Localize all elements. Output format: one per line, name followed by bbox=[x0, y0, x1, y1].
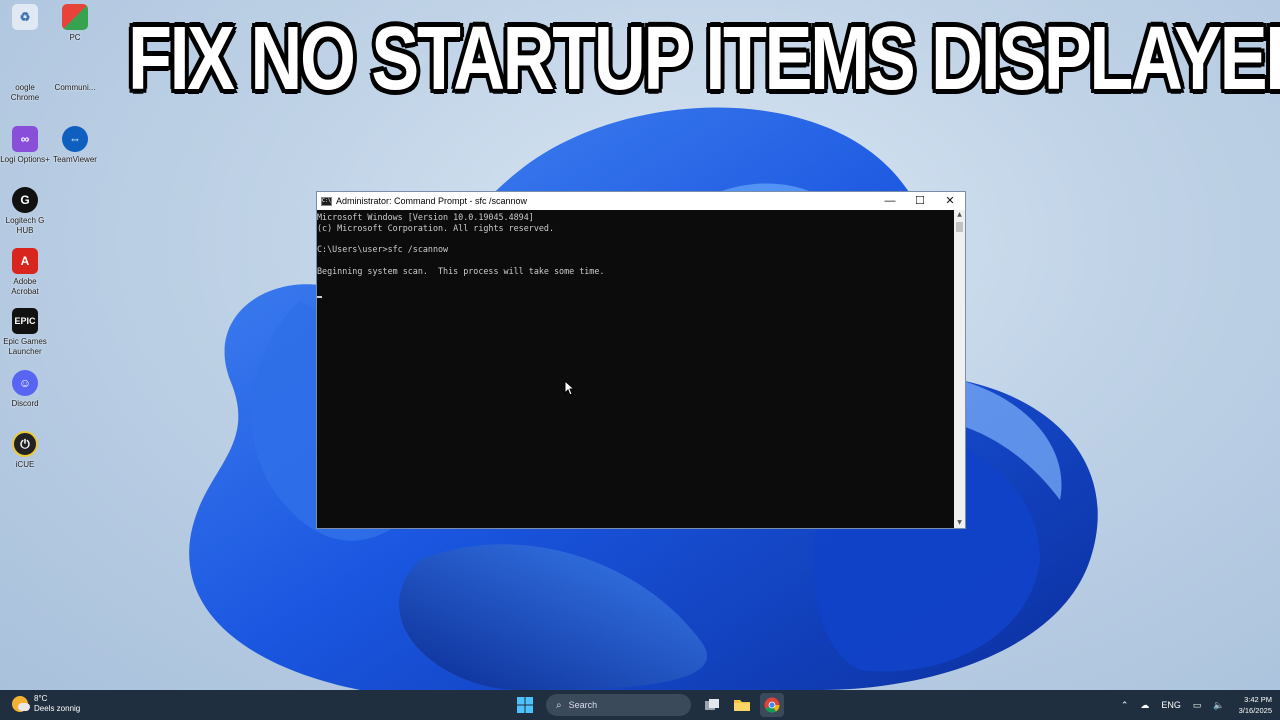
console-line: ​ bbox=[317, 234, 954, 245]
scroll-up-icon[interactable]: ▲ bbox=[954, 210, 965, 220]
chevron-up-icon[interactable]: ⌃ bbox=[1121, 700, 1129, 711]
cmd-icon: C:\ bbox=[321, 196, 332, 206]
desktop-icon-adobe-acrobat[interactable]: A Adobe Acrobat bbox=[0, 248, 50, 297]
desktop-icon-community[interactable]: Communi... bbox=[50, 62, 100, 93]
discord-icon: ☺ bbox=[12, 370, 38, 396]
chrome-icon bbox=[764, 697, 780, 713]
maximize-button[interactable]: ☐ bbox=[905, 192, 935, 210]
desktop-icon-recycle-bin[interactable]: ♻ bbox=[0, 4, 50, 33]
network-icon[interactable]: ▭ bbox=[1193, 700, 1202, 711]
file-explorer-button[interactable] bbox=[730, 693, 754, 717]
window-titlebar[interactable]: C:\ Administrator: Command Prompt - sfc … bbox=[317, 192, 965, 210]
scroll-thumb[interactable] bbox=[956, 222, 963, 232]
console-line: Microsoft Windows [Version 10.0.19045.48… bbox=[317, 212, 534, 222]
minimize-button[interactable]: — bbox=[875, 192, 905, 210]
scroll-down-icon[interactable]: ▼ bbox=[954, 518, 965, 528]
console-line: Beginning system scan. This process will… bbox=[317, 265, 605, 276]
system-tray: ⌃ ☁ ENG ▭ 🔈 3:42 PM 3/16/2025 bbox=[1115, 693, 1272, 717]
close-button[interactable]: ✕ bbox=[935, 192, 965, 210]
desktop-icon-teamviewer[interactable]: ⇔ TeamViewer bbox=[50, 126, 100, 165]
community-app-icon bbox=[62, 62, 88, 80]
console-cursor-line bbox=[317, 288, 954, 299]
logi-options-icon: ∞ bbox=[12, 126, 38, 152]
teamviewer-icon: ⇔ bbox=[62, 126, 88, 152]
taskbar-center: ⌕ Search bbox=[510, 693, 787, 717]
onedrive-cloud-icon[interactable]: ☁ bbox=[1140, 700, 1149, 711]
language-indicator[interactable]: ENG bbox=[1161, 700, 1181, 710]
desktop-icon-epic-games[interactable]: EPIC Epic Games Launcher bbox=[0, 308, 50, 357]
chrome-taskbar-button[interactable] bbox=[760, 693, 784, 717]
text-cursor bbox=[317, 296, 322, 299]
console-line: (c) Microsoft Corporation. All rights re… bbox=[317, 222, 554, 233]
pc-icon bbox=[62, 4, 88, 30]
clock[interactable]: 3:42 PM 3/16/2025 bbox=[1239, 694, 1272, 716]
command-prompt-window[interactable]: C:\ Administrator: Command Prompt - sfc … bbox=[316, 191, 966, 529]
weather-widget[interactable]: 8°C Deels zonnig bbox=[12, 694, 80, 714]
weather-icon bbox=[12, 696, 30, 712]
desktop: ♻ PC oogle Chrome Communi... ∞ Logi Opti… bbox=[0, 0, 1280, 690]
console-output[interactable]: Microsoft Windows [Version 10.0.19045.48… bbox=[317, 210, 954, 528]
taskbar: 8°C Deels zonnig ⌕ Search ⌃ ☁ ENG ▭ 🔈 3:… bbox=[0, 690, 1280, 720]
desktop-icon-discord[interactable]: ☺ Discord bbox=[0, 370, 50, 409]
search-icon: ⌕ bbox=[556, 699, 562, 711]
clock-date: 3/16/2025 bbox=[1238, 706, 1272, 715]
task-view-button[interactable] bbox=[700, 693, 724, 717]
console-line: ​ bbox=[317, 255, 954, 266]
taskbar-search[interactable]: ⌕ Search bbox=[546, 694, 691, 716]
console-line: C:\Users\user>sfc /scannow bbox=[317, 244, 449, 255]
desktop-icon-pc[interactable]: PC bbox=[50, 4, 100, 43]
weather-temperature: 8°C bbox=[34, 694, 48, 703]
desktop-icon-icue[interactable]: ⏻ iCUE bbox=[0, 431, 50, 470]
desktop-icon-logitech-g-hub[interactable]: G Logitech G HUB bbox=[0, 187, 50, 236]
video-headline: FIX NO STARTUP ITEMS DISPLAYED bbox=[128, 9, 1280, 109]
start-button[interactable] bbox=[513, 693, 537, 717]
clock-time: 3:42 PM bbox=[1244, 695, 1272, 704]
epic-games-icon: EPIC bbox=[12, 308, 38, 334]
chrome-icon bbox=[12, 62, 38, 80]
folder-icon bbox=[734, 700, 750, 711]
volume-icon[interactable]: 🔈 bbox=[1213, 700, 1224, 711]
desktop-icon-chrome[interactable]: oogle Chrome bbox=[0, 62, 50, 103]
logitech-g-hub-icon: G bbox=[12, 187, 38, 213]
recycle-bin-icon: ♻ bbox=[12, 4, 38, 30]
search-placeholder: Search bbox=[568, 700, 598, 710]
adobe-acrobat-icon: A bbox=[12, 248, 38, 274]
vertical-scrollbar[interactable]: ▲ ▼ bbox=[954, 210, 965, 528]
weather-description: Deels zonnig bbox=[34, 704, 81, 713]
task-view-icon bbox=[705, 699, 719, 710]
console-line: ​ bbox=[317, 277, 954, 288]
mouse-pointer-icon bbox=[564, 380, 576, 396]
desktop-icon-logi-options[interactable]: ∞ Logi Options+ bbox=[0, 126, 50, 165]
window-title: Administrator: Command Prompt - sfc /sca… bbox=[336, 196, 528, 206]
icue-icon: ⏻ bbox=[12, 431, 38, 457]
windows-logo-icon bbox=[517, 697, 533, 713]
